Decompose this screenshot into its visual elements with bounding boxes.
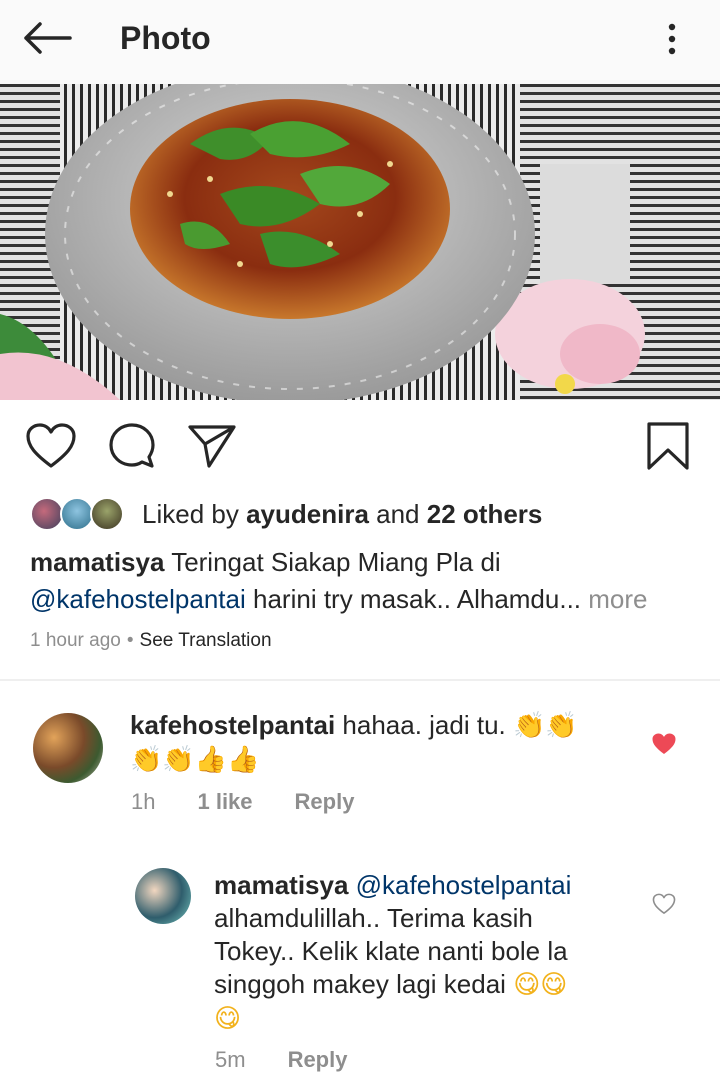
yum-emoji: 😋 — [214, 1004, 242, 1034]
caption-text: harini try masak.. Alhamdu... — [253, 584, 582, 614]
separator-dot: • — [126, 630, 134, 651]
post-timestamp: 1 hour ago — [30, 630, 121, 651]
avatar[interactable] — [33, 713, 103, 783]
see-translation-link[interactable]: See Translation — [140, 630, 272, 652]
comment-username[interactable]: mamatisya — [214, 870, 348, 900]
liked-by-row[interactable]: Liked by ayudenira and 22 others — [30, 494, 542, 534]
post-photo[interactable] — [0, 84, 720, 400]
comment-username[interactable]: kafehostelpantai — [130, 710, 335, 740]
post-caption: mamatisya Teringat Siakap Miang Pla di @… — [30, 544, 700, 618]
heart-icon — [26, 423, 76, 468]
reply-button[interactable]: Reply — [295, 789, 355, 815]
heart-filled-icon — [652, 733, 676, 754]
caption-username[interactable]: mamatisya — [30, 547, 164, 577]
share-button[interactable] — [184, 418, 240, 474]
divider — [0, 679, 720, 681]
back-button[interactable] — [18, 14, 76, 62]
caption-text: Teringat Siakap Miang Pla di — [171, 547, 501, 577]
liked-by-text: Liked by ayudenira and 22 others — [142, 498, 543, 529]
avatar[interactable] — [135, 868, 191, 924]
page-title: Photo — [120, 20, 211, 56]
more-options-button[interactable] — [650, 16, 694, 62]
liked-by-user[interactable]: ayudenira — [246, 499, 369, 529]
heart-icon — [652, 893, 676, 914]
comment-icon — [109, 423, 155, 468]
reply-button[interactable]: Reply — [288, 1047, 348, 1073]
comment-likes[interactable]: 1 like — [197, 789, 252, 815]
comment-meta: 1h 1 like Reply — [131, 789, 354, 815]
clap-thumbs-emoji: 👏👏👍👍 — [130, 745, 260, 775]
comment-meta: 5m Reply — [215, 1047, 347, 1073]
liked-by-others[interactable]: 22 others — [427, 499, 543, 529]
post-meta: 1 hour ago • See Translation — [30, 630, 272, 652]
save-button[interactable] — [640, 418, 696, 474]
like-button[interactable] — [23, 418, 79, 474]
comment-text: mamatisya @kafehostelpantai alhamdulilla… — [214, 870, 572, 1034]
caption-more-link[interactable]: more — [588, 584, 647, 614]
avatar — [60, 497, 94, 531]
liker-avatars — [30, 494, 130, 534]
comment-button[interactable] — [104, 418, 160, 474]
comment-like-button[interactable] — [648, 730, 680, 758]
bookmark-icon — [647, 422, 689, 470]
arrow-left-icon — [24, 22, 72, 54]
comment-mention[interactable]: @kafehostelpantai — [356, 870, 572, 900]
avatar — [90, 497, 124, 531]
yum-emoji: 😋😋 — [513, 970, 568, 1000]
comment-text: kafehostelpantai hahaa. jadi tu. 👏👏 👏👏👍👍 — [130, 710, 578, 775]
clap-emoji: 👏👏 — [513, 711, 578, 741]
caption-mention[interactable]: @kafehostelpantai — [30, 584, 246, 614]
avatar — [30, 497, 64, 531]
paper-plane-icon — [188, 425, 236, 468]
more-vertical-icon — [668, 23, 676, 55]
top-bar: Photo — [0, 0, 720, 84]
comment-like-button[interactable] — [648, 890, 680, 918]
comment-time: 1h — [131, 789, 156, 814]
post-action-bar — [0, 418, 720, 474]
comment-time: 5m — [215, 1047, 246, 1072]
